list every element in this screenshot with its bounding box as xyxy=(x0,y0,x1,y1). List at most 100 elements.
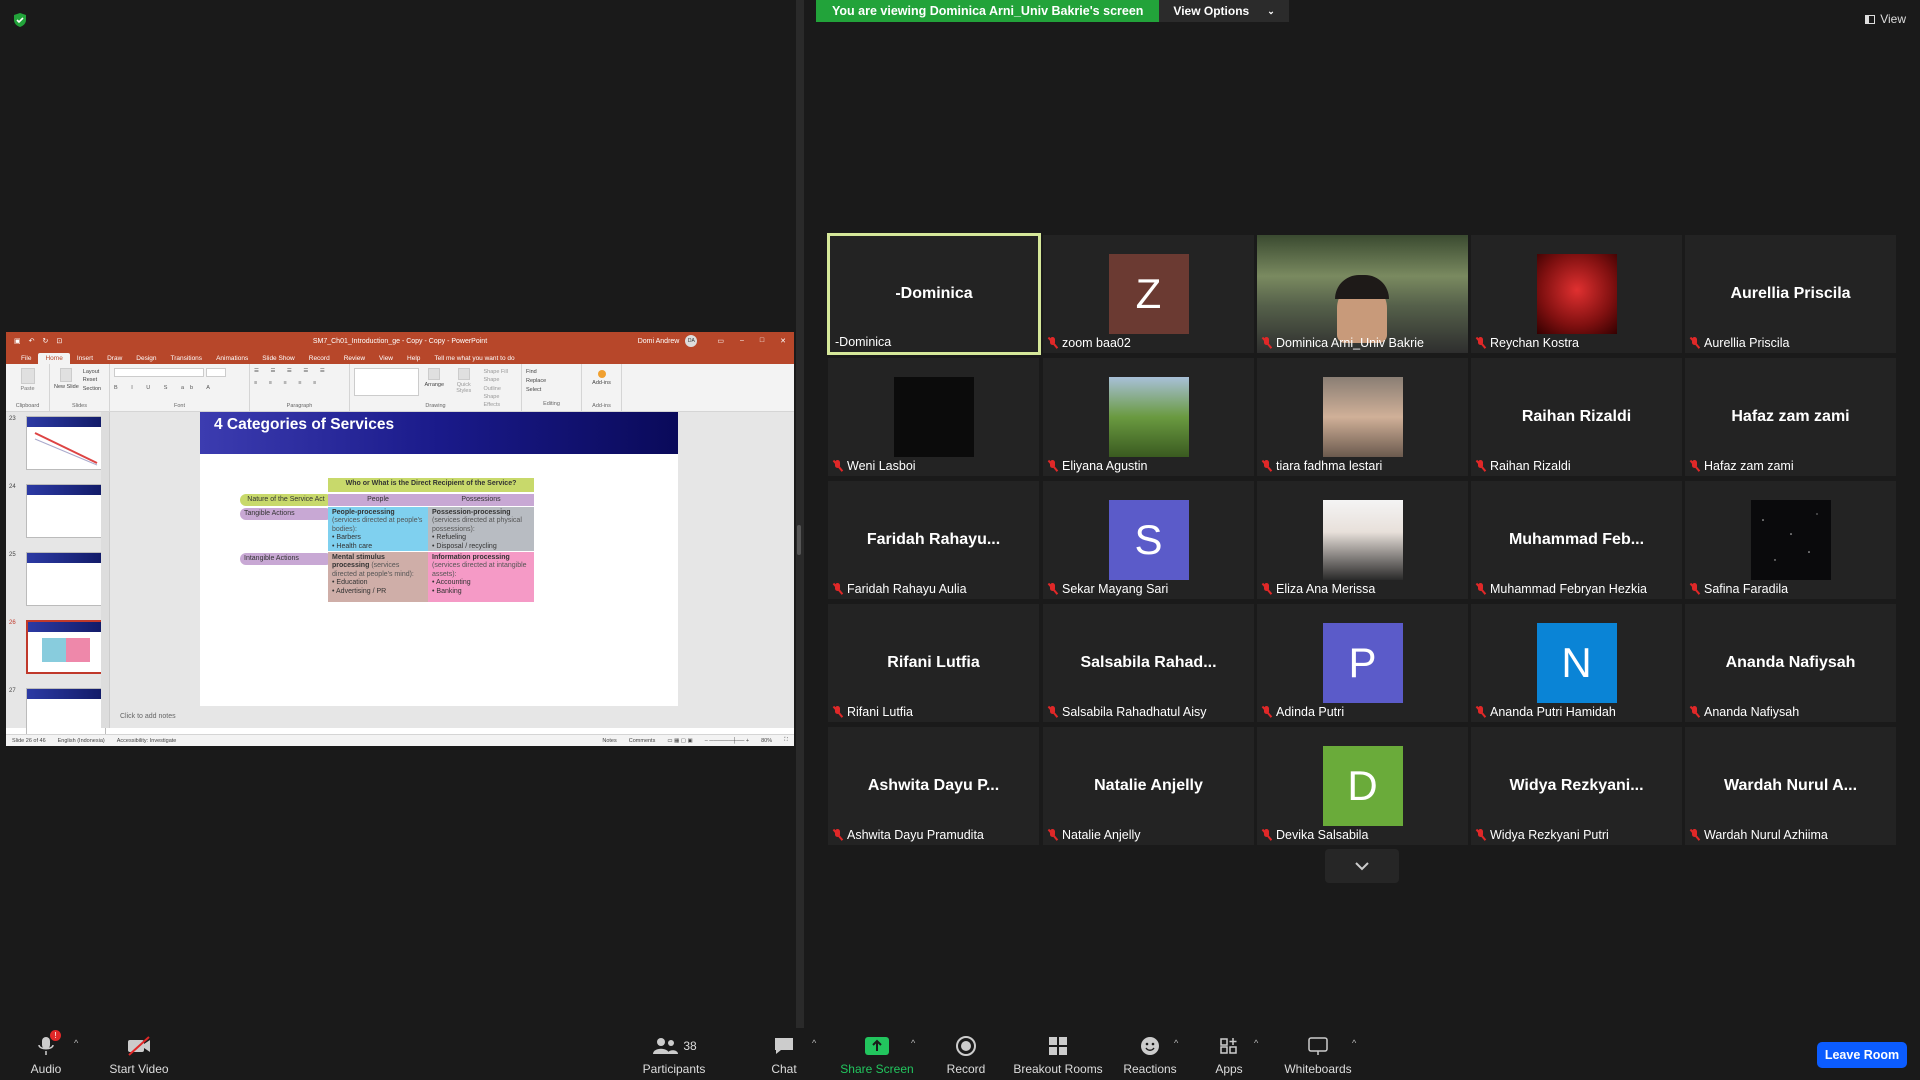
notes-toggle[interactable]: Notes xyxy=(602,738,616,744)
language-status[interactable]: English (Indonesia) xyxy=(58,738,105,744)
font-format-buttons[interactable]: B I U S ab A xyxy=(114,385,245,391)
participant-tile[interactable]: tiara fadhma lestari xyxy=(1257,358,1468,476)
view-options-button[interactable]: View Options ⌄ xyxy=(1159,0,1289,22)
align-buttons[interactable]: ≡ ≡ ≡ ≡ ≡ xyxy=(254,380,345,386)
view-layout-button[interactable]: View xyxy=(1865,12,1906,26)
leave-room-button[interactable]: Leave Room xyxy=(1817,1042,1907,1068)
tab-review[interactable]: Review xyxy=(337,353,372,364)
participant-tile[interactable]: Ananda Nafiysah Ananda Nafiysah xyxy=(1685,604,1896,722)
paste-button[interactable]: Paste xyxy=(10,368,45,392)
record-button[interactable]: Record xyxy=(940,1028,992,1080)
maximize-icon[interactable]: □ xyxy=(760,337,764,345)
comments-toggle[interactable]: Comments xyxy=(629,738,656,744)
participant-tile[interactable]: Rifani Lutfia Rifani Lutfia xyxy=(828,604,1039,722)
editor-scrollbar[interactable] xyxy=(786,412,794,728)
select-button[interactable]: Select xyxy=(526,386,577,395)
encryption-shield-icon[interactable] xyxy=(12,12,28,28)
tab-design[interactable]: Design xyxy=(129,353,163,364)
breakout-rooms-button[interactable]: Breakout Rooms xyxy=(1012,1028,1104,1080)
participant-tile[interactable]: Raihan Rizaldi Raihan Rizaldi xyxy=(1471,358,1682,476)
next-page-button[interactable] xyxy=(1325,849,1399,883)
redo-icon[interactable]: ↻ xyxy=(43,337,49,345)
participant-tile[interactable]: Widya Rezkyani... Widya Rezkyani Putri xyxy=(1471,727,1682,845)
participant-tile[interactable]: P Adinda Putri xyxy=(1257,604,1468,722)
view-buttons[interactable]: ▭ ▦ ▢ ▣ xyxy=(667,738,692,744)
participant-tile[interactable]: Reychan Kostra xyxy=(1471,235,1682,353)
participant-tile[interactable]: Muhammad Feb... Muhammad Febryan Hezkia xyxy=(1471,481,1682,599)
addins-button[interactable]: Add-ins xyxy=(586,370,617,386)
apps-options-caret[interactable]: ^ xyxy=(1254,1038,1258,1048)
slide-thumbnail[interactable]: 24 xyxy=(6,484,109,544)
tab-record[interactable]: Record xyxy=(302,353,337,364)
participant-tile[interactable]: Aurellia Priscila Aurellia Priscila xyxy=(1685,235,1896,353)
chat-options-caret[interactable]: ^ xyxy=(812,1038,816,1048)
shape-fill-button[interactable]: Shape Fill xyxy=(483,368,517,376)
participant-tile[interactable]: Ashwita Dayu P... Ashwita Dayu Pramudita xyxy=(828,727,1039,845)
tab-animations[interactable]: Animations xyxy=(209,353,255,364)
participant-tile[interactable]: D Devika Salsabila xyxy=(1257,727,1468,845)
start-video-button[interactable]: Start Video xyxy=(106,1028,172,1080)
close-icon[interactable]: ✕ xyxy=(780,337,786,345)
undo-icon[interactable]: ↶ xyxy=(29,337,35,345)
audio-options-caret[interactable]: ^ xyxy=(74,1038,78,1048)
divider-handle[interactable] xyxy=(797,525,801,555)
participant-tile[interactable]: -Dominica -Dominica xyxy=(827,233,1041,355)
participant-tile[interactable]: Dominica Arni_Univ Bakrie xyxy=(1257,235,1468,353)
reactions-options-caret[interactable]: ^ xyxy=(1174,1038,1178,1048)
tab-view[interactable]: View xyxy=(372,353,400,364)
participants-button[interactable]: 38 Participants xyxy=(640,1028,708,1080)
audio-button[interactable]: ! Audio xyxy=(25,1028,67,1080)
font-size-field[interactable] xyxy=(205,368,226,377)
paragraph-buttons[interactable]: ☰ ☰ ☰ ☰ ☰ xyxy=(254,368,345,374)
minimize-icon[interactable]: – xyxy=(740,337,744,345)
tab-insert[interactable]: Insert xyxy=(70,353,100,364)
new-slide-button[interactable]: New Slide xyxy=(54,368,79,393)
tab-transitions[interactable]: Transitions xyxy=(164,353,210,364)
share-screen-button[interactable]: Share Screen xyxy=(838,1028,916,1080)
slide-thumbnail-selected[interactable]: 26 xyxy=(6,620,109,680)
ribbon-display-icon[interactable]: ▭ xyxy=(717,337,724,345)
accessibility-status[interactable]: Accessibility: Investigate xyxy=(117,738,177,744)
present-icon[interactable]: ⊡ xyxy=(56,337,62,345)
participant-tile[interactable]: Zzoom baa02 xyxy=(1043,235,1254,353)
apps-button[interactable]: Apps xyxy=(1210,1028,1248,1080)
shape-outline-button[interactable]: Shape Outline xyxy=(483,376,517,393)
tab-help[interactable]: Help xyxy=(400,353,427,364)
tell-me-search[interactable]: Tell me what you want to do xyxy=(427,353,521,364)
notes-pane[interactable]: Click to add notes xyxy=(110,708,794,728)
reactions-button[interactable]: Reactions xyxy=(1122,1028,1178,1080)
ppt-user[interactable]: Domi Andrew DA ▭ – □ ✕ xyxy=(638,335,786,347)
participant-tile[interactable]: N Ananda Putri Hamidah xyxy=(1471,604,1682,722)
tab-home[interactable]: Home xyxy=(38,353,70,364)
participant-tile[interactable]: Wardah Nurul A... Wardah Nurul Azhiima xyxy=(1685,727,1896,845)
slide-thumbnail[interactable]: 25 xyxy=(6,552,109,612)
current-slide[interactable]: 4 Categories of Services Who or What is … xyxy=(200,412,678,706)
participant-tile[interactable]: Hafaz zam zami Hafaz zam zami xyxy=(1685,358,1896,476)
slide-thumbnail[interactable]: 23 xyxy=(6,416,109,476)
tab-draw[interactable]: Draw xyxy=(100,353,129,364)
thumbnails-scrollbar[interactable] xyxy=(101,412,109,728)
chat-button[interactable]: Chat xyxy=(766,1028,802,1080)
whiteboards-options-caret[interactable]: ^ xyxy=(1352,1038,1356,1048)
participant-tile[interactable]: Faridah Rahayu... Faridah Rahayu Aulia xyxy=(828,481,1039,599)
fit-slide-icon[interactable]: ⛶ xyxy=(784,737,788,744)
layout-button[interactable]: Layout xyxy=(83,368,101,376)
participant-tile[interactable]: Weni Lasboi xyxy=(828,358,1039,476)
participant-tile[interactable]: Natalie Anjelly Natalie Anjelly xyxy=(1043,727,1254,845)
share-options-caret[interactable]: ^ xyxy=(911,1038,915,1048)
zoom-slider[interactable]: – ──────┼── + xyxy=(705,738,749,744)
find-button[interactable]: Find xyxy=(526,368,577,377)
section-button[interactable]: Section xyxy=(83,385,101,393)
participant-tile[interactable]: S Sekar Mayang Sari xyxy=(1043,481,1254,599)
reset-button[interactable]: Reset xyxy=(83,376,101,384)
save-icon[interactable]: ▣ xyxy=(14,337,21,345)
participant-tile[interactable]: Eliza Ana Merissa xyxy=(1257,481,1468,599)
tab-slideshow[interactable]: Slide Show xyxy=(255,353,302,364)
tab-file[interactable]: File xyxy=(14,353,38,364)
participant-tile[interactable]: Eliyana Agustin xyxy=(1043,358,1254,476)
whiteboards-button[interactable]: Whiteboards xyxy=(1284,1028,1352,1080)
participant-tile[interactable]: Safina Faradila xyxy=(1685,481,1896,599)
shapes-gallery[interactable] xyxy=(354,368,420,396)
zoom-level[interactable]: 80% xyxy=(761,738,772,744)
replace-button[interactable]: Replace xyxy=(526,377,577,386)
